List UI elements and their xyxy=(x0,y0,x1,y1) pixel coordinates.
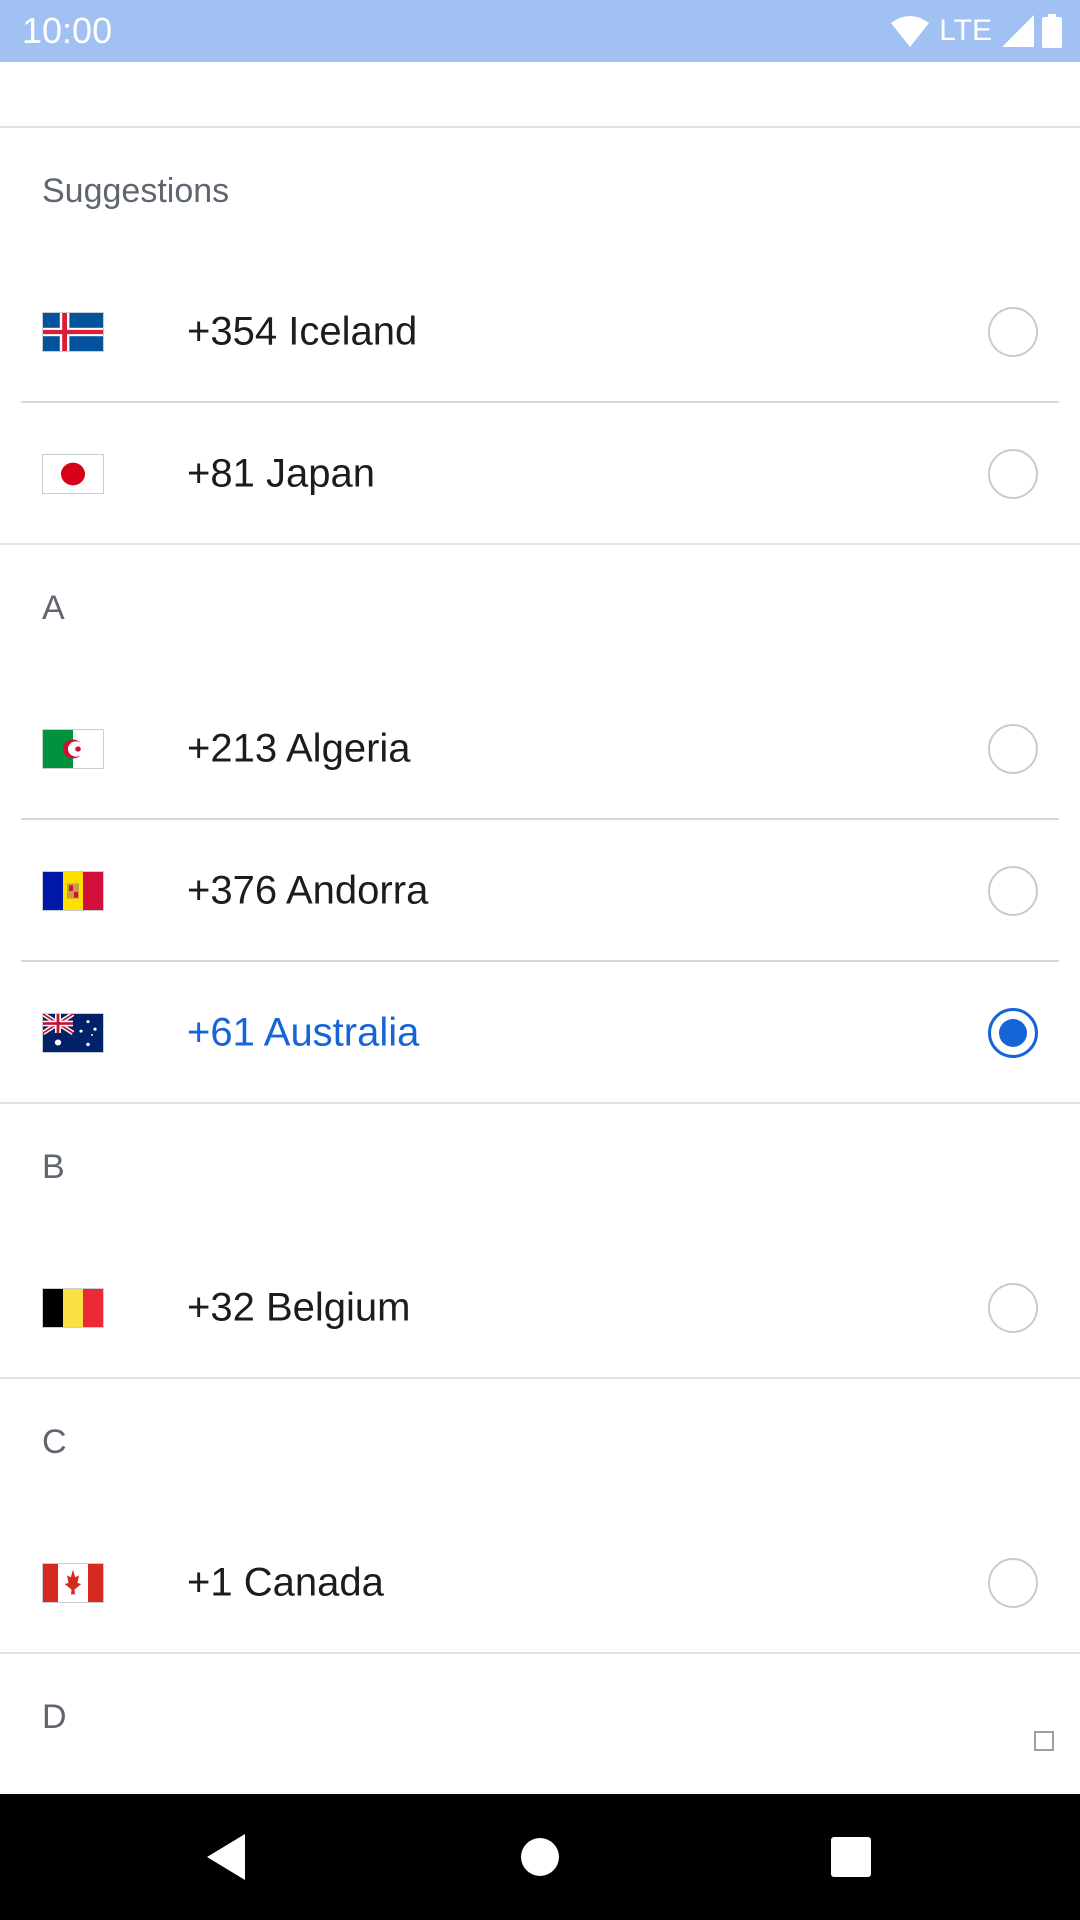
canada-flag-icon xyxy=(42,1563,104,1603)
section-header-d: D xyxy=(0,1654,1080,1787)
country-row-iceland[interactable]: +354 Iceland xyxy=(0,261,1080,403)
wifi-icon xyxy=(891,16,930,47)
andorra-flag-icon xyxy=(42,871,104,911)
radio-button[interactable] xyxy=(988,1558,1038,1608)
status-time: 10:00 xyxy=(22,10,113,51)
algeria-flag-icon xyxy=(42,729,104,769)
radio-button[interactable] xyxy=(988,866,1038,916)
section-header-c: C xyxy=(0,1379,1080,1512)
radio-button[interactable] xyxy=(988,724,1038,774)
navigation-bar xyxy=(0,1794,1080,1920)
iceland-flag-icon xyxy=(42,312,104,352)
status-bar: 10:00 LTE xyxy=(0,0,1080,62)
country-label: +61 Australia xyxy=(187,1010,420,1055)
country-row-belgium[interactable]: +32 Belgium xyxy=(0,1237,1080,1379)
section-header-b: B xyxy=(0,1104,1080,1237)
country-label: +213 Algeria xyxy=(187,726,411,771)
country-label: +1 Canada xyxy=(187,1560,384,1605)
status-icons: LTE xyxy=(891,12,1062,50)
belgium-flag-icon xyxy=(42,1288,104,1328)
country-row-japan[interactable]: +81 Japan xyxy=(0,403,1080,545)
country-row-algeria[interactable]: +213 Algeria xyxy=(0,678,1080,820)
signal-icon xyxy=(1002,15,1034,47)
radio-button[interactable] xyxy=(988,307,1038,357)
battery-icon xyxy=(1042,14,1062,48)
back-icon xyxy=(207,1834,245,1880)
section-title: A xyxy=(42,589,65,627)
radio-button[interactable] xyxy=(988,449,1038,499)
section-title: D xyxy=(42,1698,67,1736)
home-button[interactable] xyxy=(507,1824,573,1890)
australia-flag-icon xyxy=(42,1013,104,1053)
section-title: B xyxy=(42,1148,65,1186)
section-header-suggestions: Suggestions xyxy=(0,128,1080,261)
recents-icon xyxy=(831,1837,871,1877)
section-header-a: A xyxy=(0,545,1080,678)
country-label: +354 Iceland xyxy=(187,309,418,354)
country-list[interactable]: Suggestions +354 Iceland +81 Japan A +21… xyxy=(0,128,1080,1787)
country-row-andorra[interactable]: +376 Andorra xyxy=(0,820,1080,962)
country-row-australia[interactable]: +61 Australia xyxy=(0,962,1080,1104)
section-title: Suggestions xyxy=(42,172,230,210)
radio-button-selected[interactable] xyxy=(988,1008,1038,1058)
square-icon xyxy=(1034,1731,1054,1751)
country-label: +376 Andorra xyxy=(187,868,429,913)
section-title: C xyxy=(42,1423,67,1461)
country-label: +32 Belgium xyxy=(187,1285,411,1330)
recents-button[interactable] xyxy=(818,1824,884,1890)
radio-button[interactable] xyxy=(988,1283,1038,1333)
back-button[interactable] xyxy=(194,1824,260,1890)
header-area xyxy=(0,62,1080,128)
country-row-canada[interactable]: +1 Canada xyxy=(0,1512,1080,1654)
home-icon xyxy=(521,1838,559,1876)
network-type: LTE xyxy=(939,14,992,47)
japan-flag-icon xyxy=(42,454,104,494)
country-label: +81 Japan xyxy=(187,451,375,496)
